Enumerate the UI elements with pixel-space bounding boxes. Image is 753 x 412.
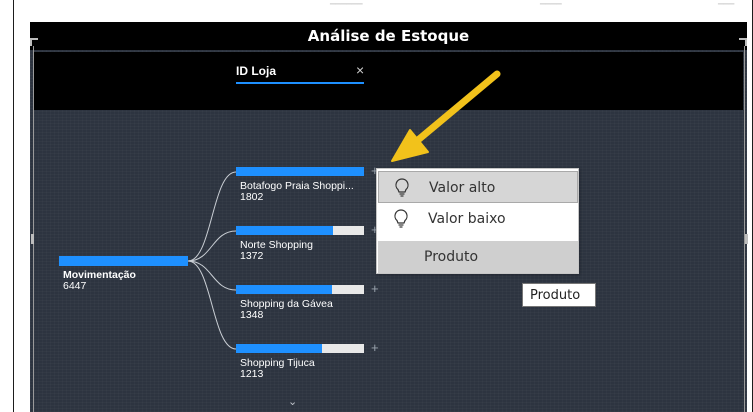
expand-context-menu: Valor alto Valor baixo Produto	[376, 168, 579, 274]
menu-item-label: Valor baixo	[428, 211, 506, 227]
child-bar-fill	[236, 226, 333, 235]
child-node-value: 1213	[240, 368, 264, 380]
annotation-arrow	[391, 70, 501, 162]
lightbulb-icon	[394, 209, 408, 228]
menu-item-produto[interactable]: Produto	[378, 241, 578, 273]
child-bar-fill	[236, 344, 322, 353]
expand-plus-icon[interactable]: +	[371, 281, 379, 296]
connector-4	[187, 260, 237, 350]
child-node-value: 1802	[240, 191, 264, 203]
connector-2	[187, 230, 237, 262]
connector-3	[187, 260, 237, 291]
tree-connectors	[187, 171, 237, 350]
menu-item-label: Produto	[424, 249, 479, 265]
child-bar-fill	[236, 285, 332, 294]
hover-tooltip: Produto	[522, 283, 596, 307]
scroll-down-chevron-icon[interactable]: ⌄	[288, 395, 297, 408]
child-node-value: 1372	[240, 250, 264, 262]
menu-item-label: Valor alto	[429, 180, 496, 196]
root-node-value: 6447	[63, 280, 87, 292]
tooltip-text: Produto	[530, 288, 581, 303]
root-bar	[59, 256, 188, 266]
lightbulb-icon	[395, 178, 409, 197]
menu-item-valor-alto[interactable]: Valor alto	[378, 171, 578, 203]
child-bar-fill	[236, 167, 364, 176]
menu-item-valor-baixo[interactable]: Valor baixo	[378, 203, 578, 235]
child-node-value: 1348	[240, 309, 264, 321]
connector-1	[187, 171, 237, 262]
expand-plus-icon[interactable]: +	[371, 340, 379, 355]
root-bar-fill	[59, 256, 188, 266]
